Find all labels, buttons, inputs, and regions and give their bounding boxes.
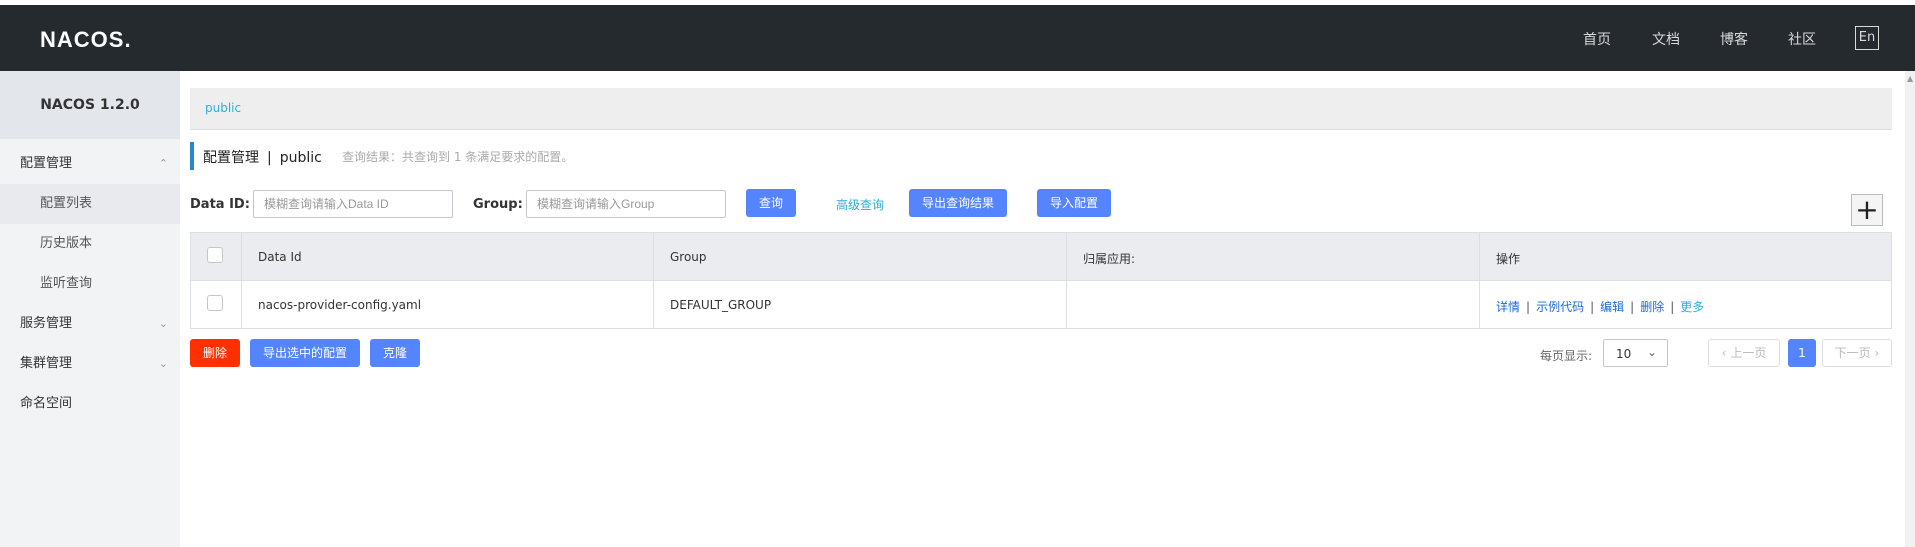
action-separator: | [1526, 300, 1531, 314]
per-page-label: 每页显示: [1540, 349, 1593, 363]
sidebar-item-cluster-management[interactable]: 集群管理 ⌄ [0, 344, 180, 384]
next-page-button[interactable]: 下一页 › [1822, 339, 1892, 367]
nav-docs[interactable]: 文档 [1652, 29, 1680, 49]
query-result-text: 查询结果：共查询到 1 条满足要求的配置。 [342, 150, 574, 164]
namespace-breadcrumb: public [190, 88, 1892, 130]
row-group: DEFAULT_GROUP [670, 298, 772, 312]
title-separator: | [267, 150, 272, 166]
column-divider [1066, 233, 1067, 328]
table-header [191, 233, 1891, 281]
sidebar-item-config-management[interactable]: 配置管理 ⌃ [0, 144, 180, 184]
row-checkbox[interactable] [207, 295, 223, 311]
action-more-link[interactable]: 更多 [1680, 300, 1704, 314]
action-separator: | [1630, 300, 1635, 314]
group-label: Group: [473, 197, 523, 212]
sidebar-item-label: 集群管理 [20, 356, 73, 371]
namespace-link-public[interactable]: public [205, 101, 241, 115]
chevron-down-icon: ⌄ [158, 317, 168, 330]
plus-icon[interactable]: + [1851, 194, 1883, 226]
export-selected-button[interactable]: 导出选中的配置 [250, 339, 360, 367]
action-sample-code-link[interactable]: 示例代码 [1536, 300, 1584, 314]
sidebar: NACOS 1.2.0 配置管理 ⌃ 配置列表 历史版本 监听查询 服务管理 ⌄… [0, 71, 180, 547]
advanced-query-link[interactable]: 高级查询 [836, 196, 884, 213]
sidebar-item-label: 服务管理 [20, 316, 73, 331]
scroll-up-arrow-icon[interactable]: ▲ [1907, 74, 1913, 83]
sidebar-item-label: 监听查询 [40, 276, 93, 291]
dataid-search-input[interactable] [253, 190, 453, 218]
action-details-link[interactable]: 详情 [1496, 300, 1520, 314]
column-header-app[interactable]: 归属应用: [1083, 250, 1135, 267]
dataid-label: Data ID: [190, 197, 250, 212]
sidebar-item-config-list[interactable]: 配置列表 [0, 184, 180, 224]
config-table: Data Id Group 归属应用: 操作 nacos-provider-co… [190, 232, 1892, 329]
column-header-group[interactable]: Group [670, 250, 707, 264]
sidebar-item-label: 历史版本 [40, 236, 93, 251]
select-all-checkbox[interactable] [207, 247, 223, 263]
page-number-current[interactable]: 1 [1788, 339, 1816, 367]
chevron-down-icon: ⌄ [1646, 345, 1657, 359]
export-query-results-button[interactable]: 导出查询结果 [909, 189, 1007, 217]
action-delete-link[interactable]: 删除 [1640, 300, 1664, 314]
row-data-id: nacos-provider-config.yaml [258, 298, 422, 312]
chevron-down-icon: ⌄ [158, 357, 168, 370]
column-header-actions: 操作 [1496, 252, 1521, 266]
page-title: 配置管理 | public [203, 147, 322, 167]
column-divider [653, 233, 654, 328]
import-config-button[interactable]: 导入配置 [1037, 189, 1111, 217]
title-accent-bar [190, 142, 194, 170]
per-page-value: 10 [1616, 347, 1632, 361]
page-title-namespace: public [279, 150, 322, 166]
sidebar-item-listener-query[interactable]: 监听查询 [0, 264, 180, 304]
nav-home[interactable]: 首页 [1583, 29, 1611, 49]
query-button[interactable]: 查询 [746, 189, 796, 217]
delete-button[interactable]: 删除 [190, 339, 240, 367]
chevron-right-icon: › [1874, 346, 1880, 360]
action-edit-link[interactable]: 编辑 [1600, 300, 1624, 314]
sidebar-item-namespace[interactable]: 命名空间 [0, 384, 180, 424]
prev-page-button[interactable]: ‹ 上一页 [1708, 339, 1780, 367]
sidebar-item-label: 配置列表 [40, 196, 93, 211]
group-search-input[interactable] [526, 190, 726, 218]
language-toggle-button[interactable]: En [1855, 26, 1879, 50]
sidebar-item-history[interactable]: 历史版本 [0, 224, 180, 264]
nav-community[interactable]: 社区 [1788, 29, 1816, 49]
nacos-logo[interactable]: NACOS. [40, 27, 132, 53]
prev-page-label: 上一页 [1730, 346, 1767, 360]
column-divider [1479, 233, 1480, 328]
vertical-scrollbar[interactable] [1905, 71, 1915, 547]
column-divider [241, 233, 242, 328]
page-title-text: 配置管理 [203, 150, 259, 166]
action-separator: | [1590, 300, 1595, 314]
sidebar-item-label: 命名空间 [20, 396, 73, 411]
next-page-label: 下一页 [1834, 346, 1871, 360]
clone-button[interactable]: 克隆 [370, 339, 420, 367]
column-header-data-id[interactable]: Data Id [258, 250, 302, 264]
row-actions: 详情 | 示例代码 | 编辑 | 删除 | 更多 [1496, 298, 1704, 315]
chevron-up-icon: ⌃ [158, 157, 168, 170]
chevron-left-icon: ‹ [1721, 346, 1727, 360]
nav-blog[interactable]: 博客 [1720, 29, 1748, 49]
action-separator: | [1670, 300, 1675, 314]
per-page-select[interactable]: 10 ⌄ [1603, 339, 1668, 367]
sidebar-item-service-management[interactable]: 服务管理 ⌄ [0, 304, 180, 344]
top-header: NACOS. 首页 文档 博客 社区 En [0, 5, 1915, 71]
version-label: NACOS 1.2.0 [0, 71, 180, 139]
sidebar-item-label: 配置管理 [20, 156, 73, 171]
